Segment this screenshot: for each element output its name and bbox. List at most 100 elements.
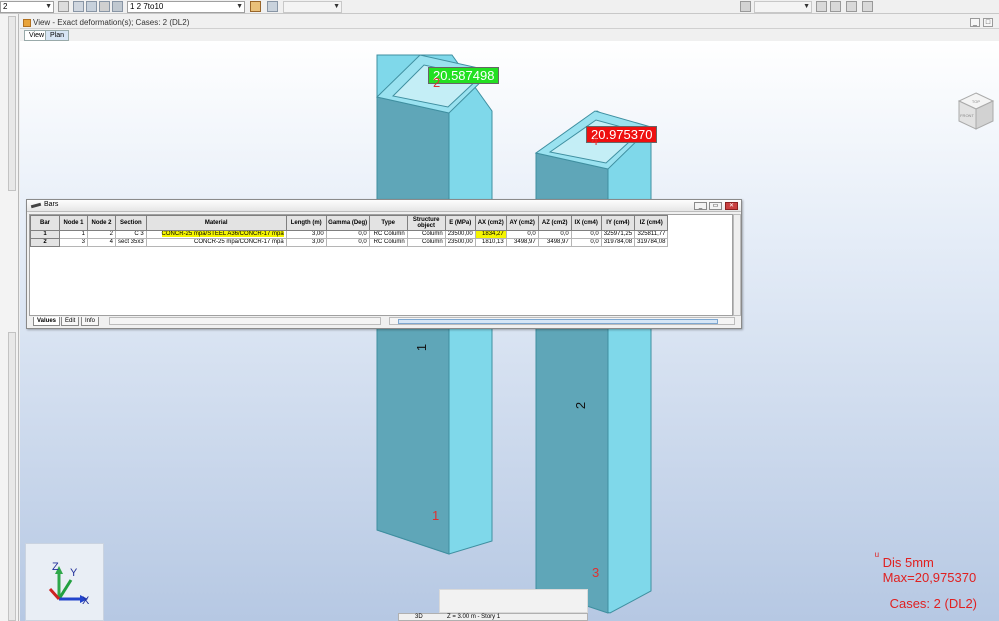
col-header-structure-object[interactable]: Structure object bbox=[406, 215, 446, 231]
bars-icon bbox=[30, 202, 42, 209]
tool-icon-d[interactable] bbox=[862, 1, 873, 12]
table-row[interactable]: 1 1 2 C 3 CONCR-25 mpa/STEEL A36/CONCR-1… bbox=[30, 230, 669, 239]
cell-length[interactable]: 3,00 bbox=[285, 238, 327, 247]
selection-icon[interactable] bbox=[58, 1, 69, 12]
cell-iy[interactable]: 325971,25 bbox=[600, 230, 636, 239]
table-vertical-scrollbar[interactable] bbox=[733, 214, 741, 316]
cell-ax[interactable]: 1810,13 bbox=[474, 238, 507, 247]
cell-ix[interactable]: 0,0 bbox=[570, 230, 602, 239]
case-combo[interactable]: 2 ▼ bbox=[0, 1, 54, 13]
tab-values[interactable]: Values bbox=[33, 317, 61, 326]
cell-gamma[interactable]: 0,0 bbox=[325, 230, 370, 239]
bars-grid: Bar Node 1 Node 2 Section Material Lengt… bbox=[29, 214, 733, 316]
maximize-icon[interactable]: □ bbox=[983, 18, 993, 27]
cell-e[interactable]: 23500,00 bbox=[444, 238, 476, 247]
tool-icon-a[interactable] bbox=[816, 1, 827, 12]
col-header-material[interactable]: Material bbox=[145, 215, 287, 231]
cell-length[interactable]: 3,00 bbox=[285, 230, 327, 239]
cell-iz[interactable]: 325811,77 bbox=[634, 230, 669, 239]
scrollbar-thumb[interactable] bbox=[398, 319, 718, 324]
tool-icon-b[interactable] bbox=[830, 1, 841, 12]
node-label-3: 3 bbox=[592, 565, 600, 580]
col-header-ax[interactable]: AX (cm2) bbox=[474, 215, 507, 231]
col-header-section[interactable]: Section bbox=[115, 215, 147, 231]
cell-bar[interactable]: 1 bbox=[30, 230, 60, 239]
node-label-4: 4 bbox=[591, 133, 599, 148]
col-header-bar[interactable]: Bar bbox=[30, 215, 60, 231]
col-header-ay[interactable]: AY (cm2) bbox=[505, 215, 539, 231]
left-horizontal-scrollbar[interactable] bbox=[109, 317, 381, 325]
cell-bar[interactable]: 2 bbox=[30, 238, 60, 247]
filter-icon[interactable] bbox=[250, 1, 261, 12]
3d-viewport[interactable]: 20.587498 20.975370 2 4 1 3 1 2 TOP FRON… bbox=[20, 41, 999, 621]
columns-drawing bbox=[375, 54, 652, 614]
table-horizontal-scrollbar[interactable] bbox=[389, 317, 735, 325]
chevron-down-icon: ▼ bbox=[803, 3, 810, 10]
chevron-down-icon: ▼ bbox=[45, 3, 52, 10]
close-icon[interactable]: ✕ bbox=[725, 202, 738, 210]
cell-section[interactable]: C 3 bbox=[115, 230, 147, 239]
view-tabs: View Plan bbox=[20, 29, 999, 41]
col-header-ix[interactable]: IX (cm4) bbox=[570, 215, 602, 231]
cell-iy[interactable]: 319784,08 bbox=[600, 238, 636, 247]
col-header-node1[interactable]: Node 1 bbox=[59, 215, 88, 231]
tool-icon-c[interactable] bbox=[846, 1, 857, 12]
view-title-bar: View - Exact deformation(s); Cases: 2 (D… bbox=[20, 17, 999, 29]
cell-material[interactable]: CONCR-25 mpa/STEEL A36/CONCR-17 mpa bbox=[145, 230, 287, 239]
cell-gamma[interactable]: 0,0 bbox=[325, 238, 370, 247]
bars-table-window: Bars _ ▭ ✕ Bar Node 1 Node 2 Section Mat… bbox=[26, 199, 742, 329]
col-header-gamma[interactable]: Gamma (Deg) bbox=[325, 215, 370, 231]
cell-iz[interactable]: 319784,08 bbox=[634, 238, 669, 247]
cell-structure-object[interactable]: Column bbox=[406, 238, 446, 247]
bars-icon[interactable] bbox=[112, 1, 123, 12]
grid-icon[interactable] bbox=[86, 1, 97, 12]
cell-material[interactable]: CONCR-25 mpa/CONCR-17 mpa bbox=[145, 238, 287, 247]
tab-edit[interactable]: Edit bbox=[61, 317, 80, 326]
layer-icon[interactable] bbox=[740, 1, 751, 12]
frame-icon[interactable] bbox=[99, 1, 110, 12]
cell-node2[interactable]: 2 bbox=[87, 230, 116, 239]
table-row[interactable]: 2 3 4 sect 35x3 CONCR-25 mpa/CONCR-17 mp… bbox=[30, 238, 669, 247]
cell-ay[interactable]: 3498,97 bbox=[505, 238, 539, 247]
cell-type[interactable]: RC Column bbox=[368, 230, 408, 239]
cube-icon[interactable] bbox=[73, 1, 84, 12]
cell-ax[interactable]: 1834,27 bbox=[474, 230, 507, 239]
col-header-iz[interactable]: IZ (cm4) bbox=[634, 215, 669, 231]
display-icon[interactable] bbox=[267, 1, 278, 12]
cell-structure-object[interactable]: Column bbox=[406, 230, 446, 239]
cell-section[interactable]: sect 35x3 bbox=[115, 238, 147, 247]
minimize-icon[interactable]: _ bbox=[694, 202, 707, 210]
bars-window-titlebar[interactable]: Bars _ ▭ ✕ bbox=[27, 200, 741, 212]
restore-icon[interactable]: ▭ bbox=[709, 202, 722, 210]
view-cube-icon[interactable]: TOP FRONT bbox=[957, 91, 995, 131]
minimize-icon[interactable]: _ bbox=[970, 18, 980, 27]
legend-scale: Dis 5mm bbox=[882, 555, 934, 570]
left-scrollbar-bottom[interactable] bbox=[8, 332, 16, 621]
col-header-type[interactable]: Type bbox=[368, 215, 408, 231]
cell-ay[interactable]: 0,0 bbox=[505, 230, 539, 239]
cell-e[interactable]: 23500,00 bbox=[444, 230, 476, 239]
bars-window-title: Bars bbox=[44, 201, 59, 208]
coord-bar: 3D Z = 3.00 m - Story 1 bbox=[398, 613, 588, 621]
cell-type[interactable]: RC Column bbox=[368, 238, 408, 247]
left-scrollbar-top[interactable] bbox=[8, 16, 16, 191]
col-header-az[interactable]: AZ (cm2) bbox=[537, 215, 572, 231]
tab-plan[interactable]: Plan bbox=[45, 30, 70, 41]
cell-node1[interactable]: 1 bbox=[59, 230, 88, 239]
cell-node1[interactable]: 3 bbox=[59, 238, 88, 247]
view-cube-top-label: TOP bbox=[972, 99, 980, 104]
col-header-iy[interactable]: IY (cm4) bbox=[600, 215, 636, 231]
cell-az[interactable]: 0,0 bbox=[537, 230, 572, 239]
col-header-node2[interactable]: Node 2 bbox=[87, 215, 116, 231]
cell-ix[interactable]: 0,0 bbox=[570, 238, 602, 247]
legend-max: Max=20,975370 bbox=[882, 570, 977, 585]
selection-combo[interactable]: 1 2 7to10 ▼ bbox=[127, 1, 245, 13]
cell-az[interactable]: 3498,97 bbox=[537, 238, 572, 247]
cell-material-text: CONCR-25 mpa/STEEL A36/CONCR-17 mpa bbox=[161, 231, 284, 237]
bars-table: Bar Node 1 Node 2 Section Material Lengt… bbox=[30, 215, 669, 247]
col-header-e[interactable]: E (MPa) bbox=[444, 215, 476, 231]
col-header-length[interactable]: Length (m) bbox=[285, 215, 327, 231]
node-label-1: 1 bbox=[432, 508, 440, 523]
cell-node2[interactable]: 4 bbox=[87, 238, 116, 247]
tab-info[interactable]: Info bbox=[81, 317, 100, 326]
